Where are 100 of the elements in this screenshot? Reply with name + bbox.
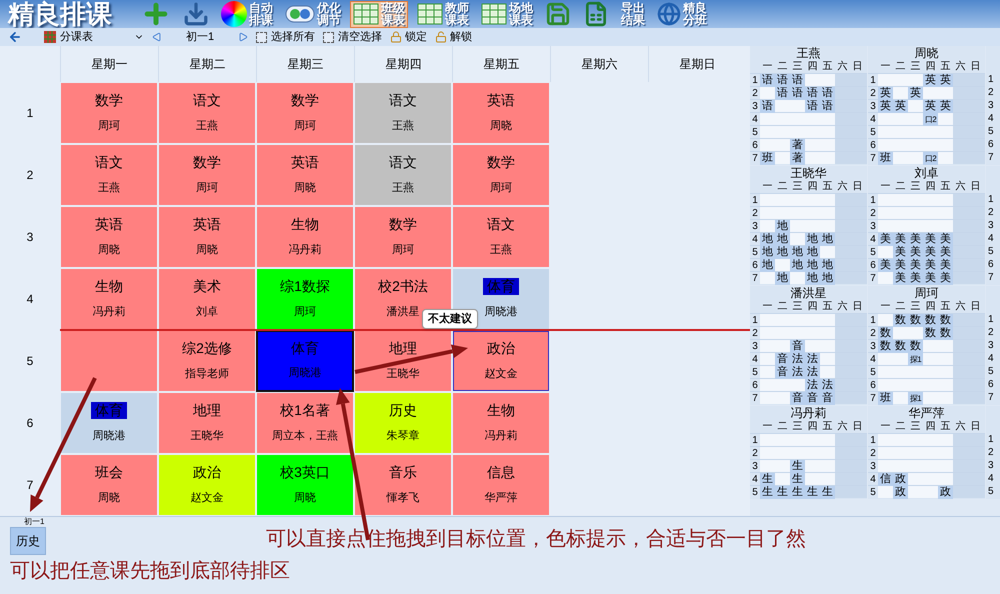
period-number: 6 [987, 258, 995, 271]
timetable-cell[interactable]: 语文 王燕 [354, 144, 452, 206]
timetable-cell[interactable]: 语文 王燕 [354, 82, 452, 144]
previous-icon[interactable] [152, 32, 162, 42]
timetable-cell[interactable]: 音乐 惲孝飞 [354, 454, 452, 516]
period-number: 4 [26, 291, 34, 308]
schedule-slot: 数 [908, 314, 923, 327]
timetable-cell[interactable]: 数学 周珂 [158, 144, 256, 206]
period-number: 2 [751, 87, 759, 100]
weekday-header: 六 [836, 60, 848, 73]
timetable-cell[interactable]: 生物 冯丹莉 [60, 268, 158, 330]
schedule-slot: 地 [775, 272, 790, 285]
weekday-header: 三 [792, 300, 804, 313]
timetable-cell[interactable]: 信息 华严萍 [452, 454, 550, 516]
timetable-cell[interactable]: 美术 刘卓 [158, 268, 256, 330]
timetable-cell[interactable]: 英语 周晓 [452, 82, 550, 144]
timetable-cell[interactable]: 校3英口 周晓 [256, 454, 354, 516]
timetable-cell[interactable]: 体育 周晓港 [60, 392, 158, 454]
timetable-cell[interactable]: 数学 周珂 [256, 82, 354, 144]
teacher-label: 周珂 [294, 118, 316, 134]
timetable-cell[interactable] [60, 330, 158, 392]
schedule-slot: 生 [805, 486, 820, 499]
timetable-cell[interactable]: 地理 王晓华 [354, 330, 452, 392]
subject-label: 政治 [192, 464, 222, 481]
schedule-slot: 英 [878, 100, 893, 113]
table-icon [417, 3, 443, 25]
period-number: 1 [987, 433, 995, 446]
weekday-header: 二 [894, 60, 906, 73]
timetable-cell[interactable]: 数学 周珂 [354, 206, 452, 268]
subject-label: 数学 [94, 92, 124, 109]
timetable-cell[interactable]: 历史 朱琴章 [354, 392, 452, 454]
period-number: 4 [751, 113, 759, 126]
weekday-header: 日 [852, 60, 864, 73]
schedule-slot: 英 [923, 100, 938, 113]
schedule-slot: 美 [923, 272, 938, 285]
period-number: 2 [987, 446, 995, 459]
timetable-cell[interactable]: 数学 周珂 [60, 82, 158, 144]
schedule-slot: 美 [908, 233, 923, 246]
gamepad-icon [285, 3, 315, 25]
next-icon[interactable] [238, 32, 248, 42]
timetable-cell[interactable]: 生物 冯丹莉 [452, 392, 550, 454]
schedule-slot: 著 [790, 139, 805, 152]
timetable-cell[interactable]: 地理 王晓华 [158, 392, 256, 454]
timetable-cell[interactable]: 英语 周晓 [256, 144, 354, 206]
period-number: 6 [751, 379, 759, 392]
timetable-cell[interactable]: 综2选修 指导老师 [158, 330, 256, 392]
period-number: 3 [26, 229, 34, 246]
subject-label: 班会 [94, 464, 124, 481]
timetable-cell[interactable]: 政治 赵文金 [158, 454, 256, 516]
weekday-header: 一 [762, 420, 774, 433]
timetable-cell[interactable]: 生物 冯丹莉 [256, 206, 354, 268]
weekday-header: 日 [852, 420, 864, 433]
timetable-cell[interactable]: 班会 周晓 [60, 454, 158, 516]
subject-label: 生物 [486, 402, 516, 419]
teacher-name: 刘卓 [914, 166, 940, 180]
schedule-slot: 美 [893, 272, 908, 285]
weekday-header: 二 [894, 300, 906, 313]
timetable-cell[interactable]: 语文 王燕 [60, 144, 158, 206]
weekday-header: 一 [762, 300, 774, 313]
timetable-cell[interactable]: 语文 王燕 [158, 82, 256, 144]
timetable-cell[interactable]: 校1名著 周立本，王燕 [256, 392, 354, 454]
timetable-cell[interactable]: 语文 王燕 [452, 206, 550, 268]
weekday-header: 三 [910, 180, 922, 193]
period-number: 3 [987, 459, 995, 472]
subject-label: 语文 [94, 154, 124, 171]
schedule-slot: 音 [775, 353, 790, 366]
checkbox-box[interactable] [256, 32, 267, 42]
period-number: 6 [751, 139, 759, 152]
schedule-slot: 美 [923, 233, 938, 246]
schedule-slot: 英 [908, 87, 923, 100]
checkbox-box[interactable] [323, 32, 334, 42]
checkbox[interactable]: 选择所有 [256, 28, 315, 46]
class-name: 初一1 [184, 30, 216, 45]
period-number: 3 [869, 340, 877, 353]
period-number: 2 [26, 167, 34, 184]
timetable-cell[interactable]: 综1数探 周珂 [256, 268, 354, 330]
teacher-label: 周珂 [98, 118, 120, 134]
teacher-label: 周立本，王燕 [272, 428, 338, 444]
checkbox[interactable]: 清空选择 [323, 28, 382, 46]
weekday-header: 五 [822, 300, 834, 313]
timetable-cell[interactable]: 英语 周晓 [60, 206, 158, 268]
weekday-header: 四 [924, 420, 936, 433]
period-number: 5 [869, 366, 877, 379]
save-icon [545, 1, 571, 27]
teacher-name: 王燕 [796, 46, 822, 60]
weekday-header: 日 [970, 300, 982, 313]
weekday-header: 六 [954, 420, 966, 433]
pending-lesson[interactable]: 历史 [10, 527, 46, 555]
period-number: 1 [751, 314, 759, 327]
timetable-cell[interactable]: 英语 周晓 [158, 206, 256, 268]
weekday-header: 四 [924, 60, 936, 73]
timetable-cell[interactable]: 政治 赵文金 [452, 330, 550, 392]
weekday-header: 三 [910, 420, 922, 433]
timetable-cell[interactable]: 数学 周珂 [452, 144, 550, 206]
schedule-slot: 生 [790, 473, 805, 486]
period-number: 3 [751, 460, 759, 473]
lock-button[interactable]: 锁定 [390, 28, 427, 46]
view-dropdown[interactable]: 分课表 [44, 28, 144, 46]
subject-label: 校3英口 [279, 464, 331, 481]
unlock-button[interactable]: 解锁 [435, 28, 472, 46]
